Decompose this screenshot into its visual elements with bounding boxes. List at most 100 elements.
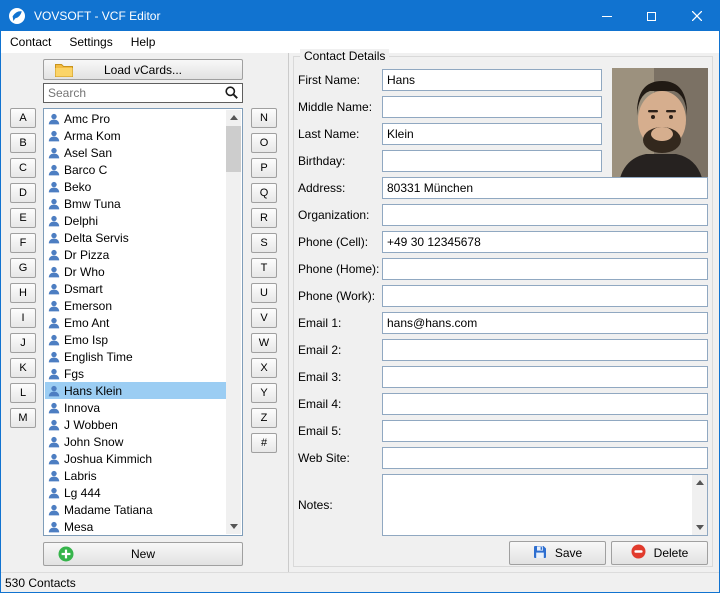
contact-list-item[interactable]: Labris <box>45 467 226 484</box>
letter-button-e[interactable]: E <box>10 208 36 228</box>
contact-list-item[interactable]: Dsmart <box>45 280 226 297</box>
letter-button-x[interactable]: X <box>251 358 277 378</box>
first-name-field[interactable] <box>382 69 602 91</box>
letter-button-g[interactable]: G <box>10 258 36 278</box>
contact-list-item[interactable]: Barco C <box>45 161 226 178</box>
window-title: VOVSOFT - VCF Editor <box>34 9 161 23</box>
contact-list-item[interactable]: Emerson <box>45 297 226 314</box>
contact-list-item[interactable]: English Time <box>45 348 226 365</box>
organization-field[interactable] <box>382 204 708 226</box>
letter-button-s[interactable]: S <box>251 233 277 253</box>
letter-button-j[interactable]: J <box>10 333 36 353</box>
email-2-field[interactable] <box>382 339 708 361</box>
statusbar: 530 Contacts <box>1 572 719 592</box>
search-icon[interactable] <box>224 85 239 103</box>
email-5-field[interactable] <box>382 420 708 442</box>
notes-scroll-up-icon[interactable] <box>692 475 707 490</box>
letter-button-p[interactable]: P <box>251 158 277 178</box>
last-name-field[interactable] <box>382 123 602 145</box>
phone-work-field[interactable] <box>382 285 708 307</box>
menu-settings[interactable]: Settings <box>60 31 121 53</box>
contact-list-item[interactable]: Dr Who <box>45 263 226 280</box>
letter-button-a[interactable]: A <box>10 108 36 128</box>
letter-button-z[interactable]: Z <box>251 408 277 428</box>
person-icon <box>48 198 60 210</box>
scrollbar-thumb[interactable] <box>226 126 241 172</box>
contact-list-item[interactable]: Mesa <box>45 518 226 535</box>
letter-button-o[interactable]: O <box>251 133 277 153</box>
email-3-field[interactable] <box>382 366 708 388</box>
letter-button-c[interactable]: C <box>10 158 36 178</box>
search-input[interactable] <box>43 83 243 103</box>
contact-list-item[interactable]: John Snow <box>45 433 226 450</box>
contact-list-item[interactable]: Madame Tatiana <box>45 501 226 518</box>
save-button[interactable]: Save <box>509 541 606 565</box>
notes-scrollbar[interactable] <box>692 475 707 535</box>
letter-button-k[interactable]: K <box>10 358 36 378</box>
letter-button-hash[interactable]: # <box>251 433 277 453</box>
list-scrollbar[interactable] <box>226 110 241 534</box>
email-2-row: Email 2: <box>298 339 708 361</box>
contact-list-item[interactable]: Lg 444 <box>45 484 226 501</box>
close-button[interactable] <box>674 1 719 31</box>
person-icon <box>48 419 60 431</box>
person-icon <box>48 470 60 482</box>
letter-button-b[interactable]: B <box>10 133 36 153</box>
letter-button-q[interactable]: Q <box>251 183 277 203</box>
phone-home-field[interactable] <box>382 258 708 280</box>
contact-list-item[interactable]: Hans Klein <box>45 382 226 399</box>
birthday-field[interactable] <box>382 150 602 172</box>
contact-list-item[interactable]: Dr Pizza <box>45 246 226 263</box>
maximize-button[interactable] <box>629 1 674 31</box>
contact-list-item[interactable]: Emo Ant <box>45 314 226 331</box>
letter-button-d[interactable]: D <box>10 183 36 203</box>
contact-list-item[interactable]: Asel San <box>45 144 226 161</box>
contact-list-item[interactable]: J Wobben <box>45 416 226 433</box>
middle-name-field[interactable] <box>382 96 602 118</box>
load-vcards-button[interactable]: Load vCards... <box>43 59 243 80</box>
letter-button-t[interactable]: T <box>251 258 277 278</box>
contact-list-item[interactable]: Innova <box>45 399 226 416</box>
scroll-down-icon[interactable] <box>226 519 241 534</box>
letter-button-i[interactable]: I <box>10 308 36 328</box>
letter-button-n[interactable]: N <box>251 108 277 128</box>
contact-name: Amc Pro <box>64 111 111 126</box>
web-site-field[interactable] <box>382 447 708 469</box>
email-3-row: Email 3: <box>298 366 708 388</box>
letter-button-u[interactable]: U <box>251 283 277 303</box>
letter-button-f[interactable]: F <box>10 233 36 253</box>
menu-contact[interactable]: Contact <box>1 31 60 53</box>
letter-button-m[interactable]: M <box>10 408 36 428</box>
middle-name-label: Middle Name: <box>298 100 373 114</box>
menu-help[interactable]: Help <box>122 31 165 53</box>
phone-cell-field[interactable] <box>382 231 708 253</box>
email-1-field[interactable] <box>382 312 708 334</box>
contact-list-item[interactable]: Delta Servis <box>45 229 226 246</box>
contact-list-item[interactable]: Emo Isp <box>45 331 226 348</box>
person-icon <box>48 215 60 227</box>
email-5-label: Email 5: <box>298 424 342 438</box>
letter-button-w[interactable]: W <box>251 333 277 353</box>
contact-list-item[interactable]: Delphi <box>45 212 226 229</box>
person-icon <box>48 113 60 125</box>
contact-list-item[interactable]: Joshua Kimmich <box>45 450 226 467</box>
letter-button-l[interactable]: L <box>10 383 36 403</box>
contact-list-item[interactable]: Arma Kom <box>45 127 226 144</box>
contact-list-item[interactable]: Beko <box>45 178 226 195</box>
scroll-up-icon[interactable] <box>226 110 241 125</box>
address-field[interactable] <box>382 177 708 199</box>
letter-button-v[interactable]: V <box>251 308 277 328</box>
email-4-field[interactable] <box>382 393 708 415</box>
letter-button-h[interactable]: H <box>10 283 36 303</box>
contact-list-item[interactable]: Amc Pro <box>45 110 226 127</box>
new-contact-button[interactable]: New <box>43 542 243 566</box>
letter-button-r[interactable]: R <box>251 208 277 228</box>
notes-scroll-down-icon[interactable] <box>692 520 707 535</box>
letter-button-y[interactable]: Y <box>251 383 277 403</box>
contact-list-item[interactable]: Bmw Tuna <box>45 195 226 212</box>
minimize-button[interactable] <box>584 1 629 31</box>
notes-field[interactable] <box>383 475 707 535</box>
delete-button[interactable]: Delete <box>611 541 708 565</box>
contact-list-item[interactable]: Fgs <box>45 365 226 382</box>
person-icon <box>48 249 60 261</box>
